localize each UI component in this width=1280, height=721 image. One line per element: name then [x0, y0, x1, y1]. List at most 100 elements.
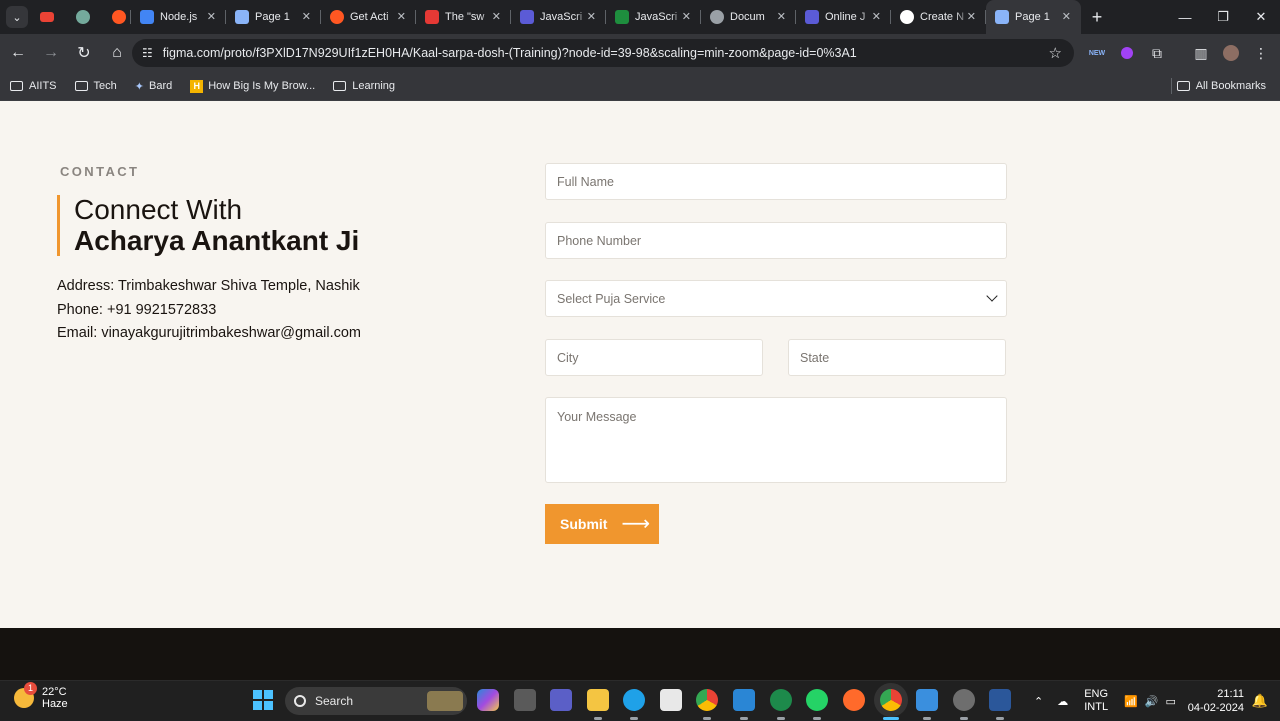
volume-icon[interactable]: 🔊	[1145, 695, 1159, 708]
submit-button[interactable]: Submit ⟶	[545, 504, 659, 544]
mongodb-compass-icon[interactable]	[770, 689, 792, 711]
minimize-button[interactable]: —	[1166, 0, 1204, 34]
contact-info: Address: Trimbakeshwar Shiva Temple, Nas…	[57, 275, 361, 346]
folder-icon	[333, 81, 347, 91]
word-icon[interactable]	[989, 689, 1011, 711]
phone-number-field[interactable]: Phone Number	[545, 222, 1007, 259]
chrome-profile-icon[interactable]	[880, 689, 902, 711]
email-text: Email: vinayakgurujitrimbakeshwar@gmail.…	[57, 325, 362, 341]
tab-8[interactable]: Online J ✕	[796, 0, 891, 34]
tab-3[interactable]: Get Acti ✕	[321, 0, 416, 34]
arrow-right-icon: ⟶	[621, 513, 651, 535]
bookmark-label: Bard	[148, 80, 173, 92]
tab-6[interactable]: JavaScri ✕	[606, 0, 701, 34]
maximize-button[interactable]: ❐	[1204, 0, 1242, 34]
gmail-icon	[39, 12, 54, 22]
windows-start-icon[interactable]	[252, 689, 274, 711]
extensions-puzzle-icon[interactable]: ⧉	[1142, 38, 1172, 68]
onedrive-cloud-icon[interactable]: ☁	[1057, 695, 1068, 708]
browser-tab-strip: ⌄ Node.js ✕ Page 1 ✕ Get Acti ✕ The "sw ✕ Ja…	[0, 0, 1280, 34]
close-icon[interactable]: ✕	[302, 10, 311, 23]
bookmark-aiits[interactable]: AIITS	[0, 74, 65, 98]
postman-icon[interactable]	[843, 689, 865, 711]
pinned-tab-gmail[interactable]	[28, 0, 65, 34]
tab-5[interactable]: JavaScri ✕	[511, 0, 606, 34]
tab-favicon-icon	[425, 10, 439, 24]
ms-store-icon[interactable]	[660, 689, 682, 711]
system-clock[interactable]: 21:11 04-02-2024	[1188, 687, 1244, 715]
close-icon[interactable]: ✕	[397, 10, 406, 23]
tab-4[interactable]: The "sw ✕	[416, 0, 511, 34]
bookmark-label: How Big Is My Brow...	[208, 80, 316, 92]
weather-widget[interactable]: 1 22°C Haze	[14, 682, 68, 710]
address-bar[interactable]: ☷ figma.com/proto/f3PXlD17N929UIf1zEH0HA…	[132, 39, 1074, 67]
city-field[interactable]: City	[545, 339, 763, 376]
tab-2[interactable]: Page 1 ✕	[226, 0, 321, 34]
all-bookmarks-button[interactable]: All Bookmarks	[1167, 74, 1274, 98]
back-button[interactable]: ←	[3, 38, 33, 68]
vscode-icon[interactable]	[733, 689, 755, 711]
address-text: Address: Trimbakeshwar Shiva Temple, Nas…	[57, 278, 360, 294]
state-field[interactable]: State	[788, 339, 1006, 376]
notification-badge: 1	[24, 682, 37, 695]
side-panel-icon[interactable]: ▥	[1186, 38, 1216, 68]
reload-button[interactable]: ↻	[69, 38, 99, 68]
tab-favicon-icon	[900, 10, 914, 24]
bookmark-bard[interactable]: ✦ Bard	[125, 74, 180, 98]
bookmark-learning[interactable]: Learning	[323, 74, 403, 98]
battery-icon[interactable]: ▭	[1165, 695, 1175, 708]
profile-avatar[interactable]	[1216, 38, 1246, 68]
task-view-icon[interactable]	[514, 689, 536, 711]
tab-7[interactable]: Docum ✕	[701, 0, 796, 34]
heading-line-1: Connect With	[74, 194, 243, 225]
home-button[interactable]: ⌂	[102, 38, 132, 68]
teams-icon[interactable]	[550, 689, 572, 711]
close-icon[interactable]: ✕	[872, 10, 881, 23]
close-icon[interactable]: ✕	[1062, 10, 1071, 23]
bookmark-star-icon[interactable]: ☆	[1049, 44, 1062, 62]
close-icon[interactable]: ✕	[207, 10, 216, 23]
taskbar-search[interactable]: Search	[285, 687, 467, 715]
chrome-icon[interactable]	[696, 689, 718, 711]
folder-icon	[74, 81, 88, 91]
notepad-icon[interactable]	[916, 689, 938, 711]
extensions-area: NEW ⧉ ▥ ⋮	[1082, 38, 1276, 68]
puja-service-select[interactable]: Select Puja Service	[545, 280, 1007, 317]
close-icon[interactable]: ✕	[777, 10, 786, 23]
pinned-tab-chatgpt[interactable]	[65, 0, 101, 34]
chrome-menu-icon[interactable]: ⋮	[1246, 38, 1276, 68]
site-info-icon[interactable]: ☷	[142, 46, 153, 60]
tab-10-active[interactable]: Page 1 ✕	[986, 0, 1081, 34]
whatsapp-icon[interactable]	[806, 689, 828, 711]
full-name-field[interactable]: Full Name	[545, 163, 1007, 200]
chevron-up-icon[interactable]: ⌃	[1034, 695, 1043, 708]
message-textarea[interactable]: Your Message	[545, 397, 1007, 483]
tab-1[interactable]: Node.js ✕	[131, 0, 226, 34]
tab-title: Page 1	[255, 11, 290, 23]
tab-9[interactable]: Create N ✕	[891, 0, 986, 34]
close-icon[interactable]: ✕	[492, 10, 501, 23]
bookmark-how-big[interactable]: H How Big Is My Brow...	[180, 74, 323, 98]
wifi-icon[interactable]: 📶	[1124, 695, 1138, 708]
close-icon[interactable]: ✕	[682, 10, 691, 23]
copilot-icon[interactable]	[477, 689, 499, 711]
tab-0[interactable]	[101, 0, 131, 34]
tab-favicon-icon	[995, 10, 1009, 24]
edge-icon[interactable]	[623, 689, 645, 711]
file-explorer-icon[interactable]	[587, 689, 609, 711]
figma-prototype-page: CONTACT Connect With Acharya Anantkant J…	[0, 101, 1280, 628]
hbimb-icon: H	[190, 79, 204, 93]
new-extension-icon[interactable]: NEW	[1082, 38, 1112, 68]
forward-button[interactable]: →	[36, 38, 66, 68]
tab-search-button[interactable]: ⌄	[6, 6, 28, 28]
full-name-placeholder: Full Name	[557, 174, 614, 189]
bookmark-tech[interactable]: Tech	[65, 74, 125, 98]
close-window-button[interactable]: ✕	[1242, 0, 1280, 34]
notification-bell-icon[interactable]: 🔔	[1252, 693, 1268, 709]
close-icon[interactable]: ✕	[967, 10, 976, 23]
settings-gear-icon[interactable]	[953, 689, 975, 711]
new-tab-button[interactable]: +	[1083, 3, 1111, 31]
close-icon[interactable]: ✕	[587, 10, 596, 23]
language-indicator[interactable]: ENG INTL	[1084, 688, 1108, 714]
extension-circle-icon[interactable]	[1112, 38, 1142, 68]
